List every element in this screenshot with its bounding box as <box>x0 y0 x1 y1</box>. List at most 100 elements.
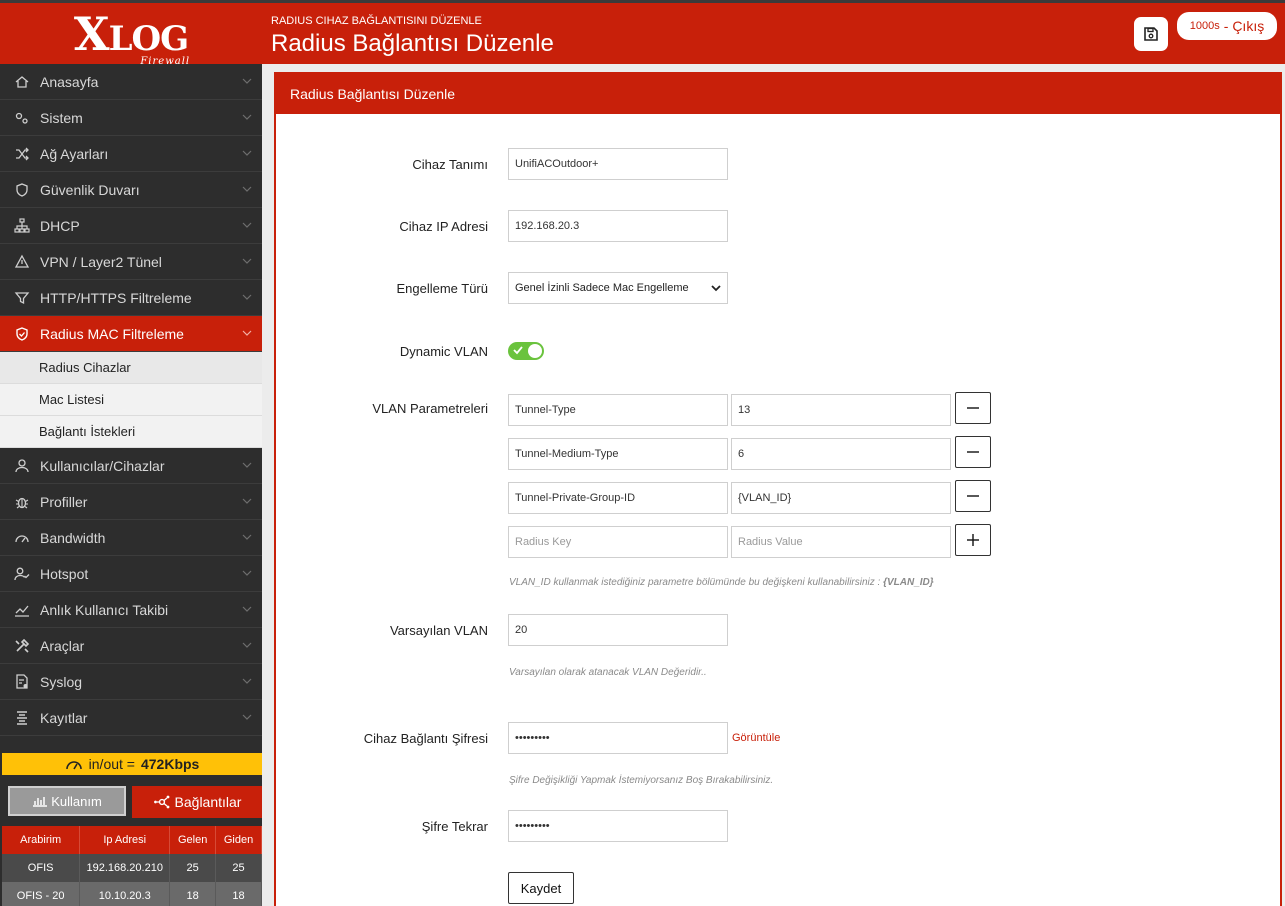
network-icon <box>153 795 169 809</box>
col-header: Arabirim <box>2 826 81 854</box>
add-param-button[interactable] <box>955 524 991 556</box>
top-bar: XLOG Firewall RADIUS CIHAZ BAĞLANTISINI … <box>0 0 1285 67</box>
chevron-down-icon <box>242 678 252 684</box>
chevron-down-icon <box>242 294 252 300</box>
edit-panel: Radius Bağlantısı Düzenle Cihaz Tanımı U… <box>274 72 1282 906</box>
block-type-value: Genel İzinli Sadece Mac Engelleme <box>515 282 689 294</box>
sidebar-item-hotspot[interactable]: Hotspot <box>0 556 262 592</box>
sidebar-item-label: HTTP/HTTPS Filtreleme <box>40 289 192 306</box>
sidebar-item-ara-lar[interactable]: Araçlar <box>0 628 262 664</box>
table-cell: 10.10.20.3 <box>79 882 171 906</box>
sidebar-item-label: DHCP <box>40 217 80 234</box>
sidebar-item-label: Ağ Ayarları <box>40 145 109 162</box>
device-name-input[interactable]: UnifiACOutdoor+ <box>508 148 728 180</box>
page-title: Radius Bağlantısı Düzenle <box>271 30 554 57</box>
save-button[interactable]: Kaydet <box>508 872 574 904</box>
sidebar-item-sistem[interactable]: Sistem <box>0 100 262 136</box>
sidebar-item-label: Kayıtlar <box>40 709 88 726</box>
param-key-input[interactable]: Tunnel-Private-Group-ID <box>508 482 728 514</box>
repeat-password-input[interactable]: ••••••••• <box>508 810 728 842</box>
bug-icon <box>14 494 30 510</box>
chevron-down-icon <box>242 186 252 192</box>
user-check-icon <box>14 566 30 582</box>
sidebar-item-syslog[interactable]: Syslog <box>0 664 262 700</box>
sidebar-item-vpn-layer2-t-nel[interactable]: VPN / Layer2 Tünel <box>0 244 262 280</box>
tools-icon <box>14 638 30 654</box>
gauge-icon <box>65 761 82 770</box>
sidebar-item-dhcp[interactable]: DHCP <box>0 208 262 244</box>
new-radius-key-input[interactable]: Radius Key <box>508 526 728 558</box>
save-icon-button[interactable] <box>1134 17 1168 51</box>
remove-param-button[interactable] <box>955 480 991 512</box>
sidebar-item-radius-mac-filtreleme[interactable]: Radius MAC Filtreleme <box>0 316 262 352</box>
table-cell: 25 <box>169 854 217 882</box>
table-cell: 192.168.20.210 <box>79 854 171 882</box>
sidebar-item-label: Anasayfa <box>40 73 99 90</box>
panel-heading: Radius Bağlantısı Düzenle <box>276 74 1280 114</box>
sidebar-item-bandwidth[interactable]: Bandwidth <box>0 520 262 556</box>
param-value-input[interactable]: {VLAN_ID} <box>731 482 951 514</box>
chevron-down-icon <box>242 114 252 120</box>
sidebar-subitem[interactable]: Bağlantı İstekleri <box>0 416 262 448</box>
shuffle-icon <box>14 146 30 162</box>
param-value-input[interactable]: 13 <box>731 394 951 426</box>
list-icon <box>14 710 30 726</box>
floppy-icon <box>1144 27 1158 41</box>
sidebar-item-label: Araçlar <box>40 637 85 654</box>
logout-button[interactable]: 1000s - Çıkış <box>1177 12 1277 40</box>
sidebar-item-anasayfa[interactable]: Anasayfa <box>0 64 262 100</box>
dynamic-vlan-toggle[interactable] <box>508 342 544 360</box>
connections-label: Bağlantılar <box>174 794 242 810</box>
chevron-down-icon <box>242 258 252 264</box>
param-value-input[interactable]: 6 <box>731 438 951 470</box>
param-key-input[interactable]: Tunnel-Medium-Type <box>508 438 728 470</box>
content-gutter <box>262 64 274 906</box>
remove-param-button[interactable] <box>955 436 991 468</box>
sidebar-item-label: Syslog <box>40 673 83 690</box>
sidebar-item-kay-tlar[interactable]: Kayıtlar <box>0 700 262 736</box>
sidebar-item-g-venlik-duvar-[interactable]: Güvenlik Duvarı <box>0 172 262 208</box>
remove-param-button[interactable] <box>955 392 991 424</box>
session-timer: 1000s <box>1189 20 1220 32</box>
logo-main: X <box>73 6 110 61</box>
logo-rest: LOG <box>108 18 190 59</box>
sidebar-item-profiller[interactable]: Profiller <box>0 484 262 520</box>
col-header: Ip Adresi <box>79 826 171 854</box>
breadcrumb: RADIUS CIHAZ BAĞLANTISINI DÜZENLE <box>271 15 482 27</box>
connections-table: Arabirim Ip Adresi Gelen Giden OFIS 192.… <box>2 826 262 906</box>
plus-icon <box>967 534 979 546</box>
param-key-input[interactable]: Tunnel-Type <box>508 394 728 426</box>
sidebar-item-label: Sistem <box>40 109 83 126</box>
minus-icon <box>967 495 979 497</box>
show-password-link[interactable]: Görüntüle <box>732 732 780 744</box>
dynamic-vlan-label: Dynamic VLAN <box>399 344 488 359</box>
sidebar-subitem[interactable]: Mac Listesi <box>0 384 262 416</box>
traffic-label: in/out = <box>88 756 135 772</box>
sidebar-item-label: Hotspot <box>40 565 89 582</box>
chevron-down-icon <box>242 462 252 468</box>
sidebar-item-anl-k-kullan-c-takibi[interactable]: Anlık Kullanıcı Takibi <box>0 592 262 628</box>
block-type-select[interactable]: Genel İzinli Sadece Mac Engelleme <box>508 272 728 304</box>
ip-address-input[interactable]: 192.168.20.3 <box>508 210 728 242</box>
usage-button[interactable]: Kullanım <box>8 786 126 816</box>
password-input[interactable]: ••••••••• <box>508 722 728 754</box>
sidebar-item-http-https-filtreleme[interactable]: HTTP/HTTPS Filtreleme <box>0 280 262 316</box>
chevron-down-icon <box>242 606 252 612</box>
sidebar-item-label: Bandwidth <box>40 529 106 546</box>
table-cell: 25 <box>215 854 262 882</box>
table-cell: 18 <box>169 882 217 906</box>
gauge-icon <box>14 530 30 546</box>
default-vlan-input[interactable]: 20 <box>508 614 728 646</box>
table-cell: OFIS <box>2 854 81 882</box>
table-cell: 18 <box>215 882 262 906</box>
toggle-knob <box>528 344 542 358</box>
ip-label: Cihaz IP Adresi <box>399 219 488 234</box>
repeat-password-label: Şifre Tekrar <box>421 819 488 834</box>
new-radius-value-input[interactable]: Radius Value <box>731 526 951 558</box>
logo[interactable]: XLOG Firewall <box>0 3 262 67</box>
file-gear-icon <box>14 673 30 690</box>
sidebar-item-kullan-c-lar-cihazlar[interactable]: Kullanıcılar/Cihazlar <box>0 448 262 484</box>
connections-button[interactable]: Bağlantılar <box>132 786 262 818</box>
sidebar-item-a-ayarlar-[interactable]: Ağ Ayarları <box>0 136 262 172</box>
sidebar-subitem[interactable]: Radius Cihazlar <box>0 352 262 384</box>
